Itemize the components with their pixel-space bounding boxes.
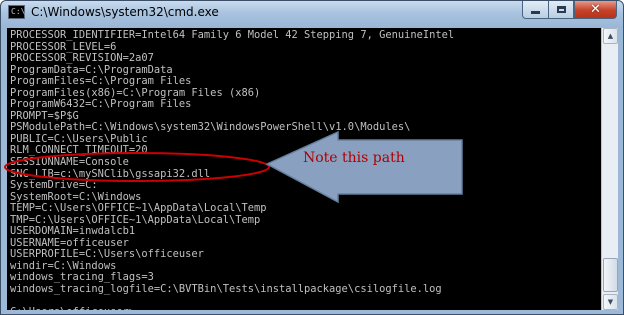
note-label: Note this path bbox=[303, 150, 405, 166]
highlight-ellipse bbox=[4, 152, 270, 182]
note-arrow-shape bbox=[265, 130, 463, 204]
